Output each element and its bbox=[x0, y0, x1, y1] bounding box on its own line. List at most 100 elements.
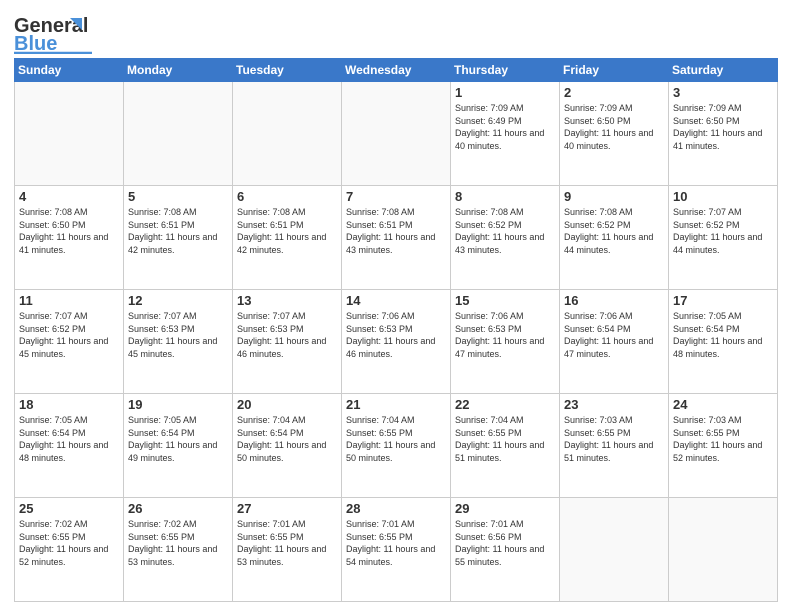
cell-info: Sunrise: 7:05 AM Sunset: 6:54 PM Dayligh… bbox=[673, 310, 773, 360]
calendar-cell: 27 Sunrise: 7:01 AM Sunset: 6:55 PM Dayli… bbox=[233, 498, 342, 602]
day-number: 2 bbox=[564, 85, 664, 100]
day-number: 13 bbox=[237, 293, 337, 308]
logo: General Blue bbox=[14, 10, 56, 52]
day-number: 11 bbox=[19, 293, 119, 308]
cell-info: Sunrise: 7:08 AM Sunset: 6:51 PM Dayligh… bbox=[237, 206, 337, 256]
day-number: 16 bbox=[564, 293, 664, 308]
calendar-cell: 14 Sunrise: 7:06 AM Sunset: 6:53 PM Dayli… bbox=[342, 290, 451, 394]
cell-info: Sunrise: 7:01 AM Sunset: 6:56 PM Dayligh… bbox=[455, 518, 555, 568]
logo-icon: General Blue bbox=[14, 10, 56, 52]
day-header-saturday: Saturday bbox=[669, 59, 778, 82]
week-row-4: 25Sunrise: 7:02 AM Sunset: 6:55 PM Dayli… bbox=[15, 498, 778, 602]
day-number: 26 bbox=[128, 501, 228, 516]
day-number: 21 bbox=[346, 397, 446, 412]
calendar-cell: 28 Sunrise: 7:01 AM Sunset: 6:55 PM Dayli… bbox=[342, 498, 451, 602]
day-number: 3 bbox=[673, 85, 773, 100]
cell-info: Sunrise: 7:05 AM Sunset: 6:54 PM Dayligh… bbox=[128, 414, 228, 464]
cell-info: Sunrise: 7:07 AM Sunset: 6:53 PM Dayligh… bbox=[237, 310, 337, 360]
day-number: 27 bbox=[237, 501, 337, 516]
day-number: 1 bbox=[455, 85, 555, 100]
calendar-cell: 24 Sunrise: 7:03 AM Sunset: 6:55 PM Dayli… bbox=[669, 394, 778, 498]
calendar-header-row: SundayMondayTuesdayWednesdayThursdayFrid… bbox=[15, 59, 778, 82]
day-header-thursday: Thursday bbox=[451, 59, 560, 82]
week-row-2: 11 Sunrise: 7:07 AM Sunset: 6:52 PM Dayli… bbox=[15, 290, 778, 394]
svg-text:Blue: Blue bbox=[14, 33, 57, 54]
day-number: 6 bbox=[237, 189, 337, 204]
cell-info: Sunrise: 7:09 AM Sunset: 6:50 PM Dayligh… bbox=[673, 102, 773, 152]
calendar-cell: 19 Sunrise: 7:05 AM Sunset: 6:54 PM Dayli… bbox=[124, 394, 233, 498]
calendar-cell: 25Sunrise: 7:02 AM Sunset: 6:55 PM Dayli… bbox=[15, 498, 124, 602]
day-number: 28 bbox=[346, 501, 446, 516]
week-row-3: 18 Sunrise: 7:05 AM Sunset: 6:54 PM Dayli… bbox=[15, 394, 778, 498]
week-row-0: 1 Sunrise: 7:09 AM Sunset: 6:49 PM Daylig… bbox=[15, 82, 778, 186]
calendar-cell: 9Sunrise: 7:08 AM Sunset: 6:52 PM Daylig… bbox=[560, 186, 669, 290]
calendar-cell: 1 Sunrise: 7:09 AM Sunset: 6:49 PM Daylig… bbox=[451, 82, 560, 186]
cell-info: Sunrise: 7:08 AM Sunset: 6:51 PM Dayligh… bbox=[346, 206, 446, 256]
day-number: 7 bbox=[346, 189, 446, 204]
day-number: 9 bbox=[564, 189, 664, 204]
cell-info: Sunrise: 7:04 AM Sunset: 6:54 PM Dayligh… bbox=[237, 414, 337, 464]
day-number: 19 bbox=[128, 397, 228, 412]
cell-info: Sunrise: 7:01 AM Sunset: 6:55 PM Dayligh… bbox=[346, 518, 446, 568]
calendar-cell: 18 Sunrise: 7:05 AM Sunset: 6:54 PM Dayli… bbox=[15, 394, 124, 498]
day-header-wednesday: Wednesday bbox=[342, 59, 451, 82]
day-number: 29 bbox=[455, 501, 555, 516]
cell-info: Sunrise: 7:09 AM Sunset: 6:49 PM Dayligh… bbox=[455, 102, 555, 152]
day-number: 22 bbox=[455, 397, 555, 412]
calendar-cell: 29 Sunrise: 7:01 AM Sunset: 6:56 PM Dayli… bbox=[451, 498, 560, 602]
cell-info: Sunrise: 7:08 AM Sunset: 6:51 PM Dayligh… bbox=[128, 206, 228, 256]
calendar-table: SundayMondayTuesdayWednesdayThursdayFrid… bbox=[14, 58, 778, 602]
calendar-cell: 2 Sunrise: 7:09 AM Sunset: 6:50 PM Daylig… bbox=[560, 82, 669, 186]
cell-info: Sunrise: 7:06 AM Sunset: 6:54 PM Dayligh… bbox=[564, 310, 664, 360]
calendar-cell bbox=[342, 82, 451, 186]
cell-info: Sunrise: 7:07 AM Sunset: 6:53 PM Dayligh… bbox=[128, 310, 228, 360]
calendar-cell bbox=[124, 82, 233, 186]
calendar-cell: 12 Sunrise: 7:07 AM Sunset: 6:53 PM Dayli… bbox=[124, 290, 233, 394]
day-number: 4 bbox=[19, 189, 119, 204]
calendar-cell: 20 Sunrise: 7:04 AM Sunset: 6:54 PM Dayli… bbox=[233, 394, 342, 498]
day-header-sunday: Sunday bbox=[15, 59, 124, 82]
day-header-monday: Monday bbox=[124, 59, 233, 82]
cell-info: Sunrise: 7:02 AM Sunset: 6:55 PM Dayligh… bbox=[128, 518, 228, 568]
calendar-cell: 16 Sunrise: 7:06 AM Sunset: 6:54 PM Dayli… bbox=[560, 290, 669, 394]
calendar-cell bbox=[15, 82, 124, 186]
day-number: 12 bbox=[128, 293, 228, 308]
cell-info: Sunrise: 7:04 AM Sunset: 6:55 PM Dayligh… bbox=[346, 414, 446, 464]
day-number: 10 bbox=[673, 189, 773, 204]
week-row-1: 4 Sunrise: 7:08 AM Sunset: 6:50 PM Daylig… bbox=[15, 186, 778, 290]
calendar-cell: 8 Sunrise: 7:08 AM Sunset: 6:52 PM Daylig… bbox=[451, 186, 560, 290]
day-number: 23 bbox=[564, 397, 664, 412]
calendar-cell bbox=[560, 498, 669, 602]
day-number: 24 bbox=[673, 397, 773, 412]
calendar-cell: 13 Sunrise: 7:07 AM Sunset: 6:53 PM Dayli… bbox=[233, 290, 342, 394]
calendar-cell: 23 Sunrise: 7:03 AM Sunset: 6:55 PM Dayli… bbox=[560, 394, 669, 498]
cell-info: Sunrise: 7:01 AM Sunset: 6:55 PM Dayligh… bbox=[237, 518, 337, 568]
cell-info: Sunrise: 7:03 AM Sunset: 6:55 PM Dayligh… bbox=[564, 414, 664, 464]
cell-info: Sunrise: 7:06 AM Sunset: 6:53 PM Dayligh… bbox=[346, 310, 446, 360]
cell-info: Sunrise: 7:07 AM Sunset: 6:52 PM Dayligh… bbox=[673, 206, 773, 256]
header: General Blue bbox=[14, 10, 778, 52]
calendar-cell: 26 Sunrise: 7:02 AM Sunset: 6:55 PM Dayli… bbox=[124, 498, 233, 602]
calendar-cell: 21 Sunrise: 7:04 AM Sunset: 6:55 PM Dayli… bbox=[342, 394, 451, 498]
cell-info: Sunrise: 7:03 AM Sunset: 6:55 PM Dayligh… bbox=[673, 414, 773, 464]
cell-info: Sunrise: 7:05 AM Sunset: 6:54 PM Dayligh… bbox=[19, 414, 119, 464]
day-number: 18 bbox=[19, 397, 119, 412]
calendar-cell: 15Sunrise: 7:06 AM Sunset: 6:53 PM Dayli… bbox=[451, 290, 560, 394]
cell-info: Sunrise: 7:08 AM Sunset: 6:52 PM Dayligh… bbox=[455, 206, 555, 256]
calendar-cell bbox=[669, 498, 778, 602]
day-number: 20 bbox=[237, 397, 337, 412]
day-number: 14 bbox=[346, 293, 446, 308]
cell-info: Sunrise: 7:07 AM Sunset: 6:52 PM Dayligh… bbox=[19, 310, 119, 360]
day-number: 15 bbox=[455, 293, 555, 308]
calendar-cell: 6 Sunrise: 7:08 AM Sunset: 6:51 PM Daylig… bbox=[233, 186, 342, 290]
day-number: 8 bbox=[455, 189, 555, 204]
cell-info: Sunrise: 7:02 AM Sunset: 6:55 PM Dayligh… bbox=[19, 518, 119, 568]
cell-info: Sunrise: 7:09 AM Sunset: 6:50 PM Dayligh… bbox=[564, 102, 664, 152]
calendar-cell: 11 Sunrise: 7:07 AM Sunset: 6:52 PM Dayli… bbox=[15, 290, 124, 394]
calendar-cell: 4 Sunrise: 7:08 AM Sunset: 6:50 PM Daylig… bbox=[15, 186, 124, 290]
calendar-cell: 3 Sunrise: 7:09 AM Sunset: 6:50 PM Daylig… bbox=[669, 82, 778, 186]
cell-info: Sunrise: 7:08 AM Sunset: 6:50 PM Dayligh… bbox=[19, 206, 119, 256]
calendar-cell: 17Sunrise: 7:05 AM Sunset: 6:54 PM Dayli… bbox=[669, 290, 778, 394]
day-header-tuesday: Tuesday bbox=[233, 59, 342, 82]
calendar-cell bbox=[233, 82, 342, 186]
